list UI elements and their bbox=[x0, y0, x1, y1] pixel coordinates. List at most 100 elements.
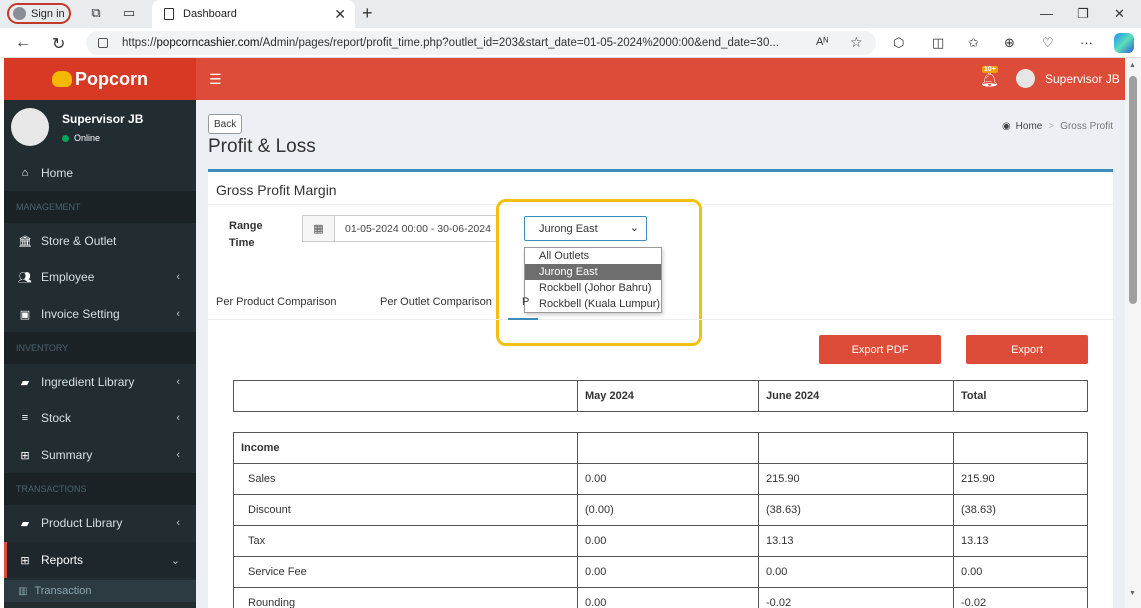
calendar-icon: ▦ bbox=[303, 216, 335, 241]
tab-title: Dashboard bbox=[183, 8, 237, 20]
url-field[interactable]: https://popcorncashier.com/Admin/pages/r… bbox=[86, 31, 876, 55]
sidebar-item-home[interactable]: ⌂ Home bbox=[4, 155, 196, 191]
empty-cell bbox=[954, 433, 1087, 463]
header-cell-june: June 2024 bbox=[759, 381, 954, 411]
export-pdf-button[interactable]: Export PDF bbox=[819, 335, 941, 364]
popcorn-logo-icon bbox=[51, 71, 72, 87]
app-header: Popcorn ☰ 🔔︎ 10+ Supervisor JB bbox=[4, 58, 1125, 100]
range-time-label: Range Time bbox=[229, 220, 263, 249]
row-total: 13.13 bbox=[961, 535, 989, 547]
bank-icon: 🏛︎ bbox=[18, 235, 32, 248]
browser-tab-dashboard[interactable]: Dashboard ✕ bbox=[152, 0, 355, 28]
gross-profit-box: Gross Profit Margin Range Time ▦ 01-05-2… bbox=[208, 169, 1113, 608]
sidebar-item-store-outlet[interactable]: 🏛︎ Store & Outlet bbox=[4, 223, 196, 259]
row-june: 215.90 bbox=[759, 464, 954, 494]
header-cell-total: Total bbox=[961, 390, 987, 402]
url-text: https://popcorncashier.com/Admin/pages/r… bbox=[122, 37, 779, 49]
table-row-income: Income bbox=[233, 432, 1088, 464]
row-may: 0.00 bbox=[578, 526, 759, 556]
empty-cell bbox=[759, 433, 954, 463]
sidebar-item-summary[interactable]: ⊞ Summary ‹ bbox=[4, 437, 196, 473]
tab-actions-icon[interactable]: ▭ bbox=[121, 5, 137, 21]
close-window-icon[interactable]: ✕ bbox=[1114, 6, 1125, 22]
sidebar-header-management: MANAGEMENT bbox=[4, 191, 196, 223]
date-range-picker[interactable]: ▦ 01-05-2024 00:00 - 30-06-2024 bbox=[302, 215, 499, 242]
book-icon: ▰ bbox=[20, 376, 30, 389]
notification-badge: 10+ bbox=[982, 66, 998, 73]
users-icon: 👥︎ bbox=[18, 271, 32, 284]
minimize-icon[interactable]: — bbox=[1040, 6, 1053, 21]
site-info-icon[interactable] bbox=[98, 38, 108, 48]
page-icon bbox=[164, 8, 174, 20]
tab-third[interactable]: P bbox=[522, 296, 529, 308]
table-icon: ⊞ bbox=[20, 554, 30, 567]
breadcrumb-current: Gross Profit bbox=[1060, 121, 1113, 132]
row-june: 0.00 bbox=[759, 557, 954, 587]
more-options-icon[interactable]: ··· bbox=[1080, 35, 1093, 50]
row-june: -0.02 bbox=[759, 588, 954, 608]
brand-name: Popcorn bbox=[74, 68, 148, 89]
sign-in-button[interactable]: Sign in bbox=[7, 3, 71, 24]
refresh-icon[interactable]: ↻ bbox=[52, 34, 65, 54]
workspaces-icon[interactable]: ⧉ bbox=[88, 5, 104, 21]
sign-in-label: Sign in bbox=[31, 7, 65, 20]
sidebar: Supervisor JB Online ⌂ Home MANAGEMENT 🏛︎… bbox=[4, 100, 196, 608]
sidebar-item-invoice-setting[interactable]: ▣ Invoice Setting ‹ bbox=[4, 296, 196, 332]
row-total: 0.00 bbox=[961, 566, 983, 578]
scrollbar-thumb[interactable] bbox=[1129, 76, 1137, 304]
new-tab-button[interactable]: + bbox=[362, 3, 373, 24]
extensions-icon[interactable]: ⬡ bbox=[893, 35, 904, 51]
restore-icon[interactable]: ❐ bbox=[1077, 6, 1089, 22]
sidebar-item-employee[interactable]: 👥︎ Employee ‹ bbox=[4, 259, 196, 295]
dashboard-icon: ◉ bbox=[1001, 121, 1011, 132]
close-tab-icon[interactable]: ✕ bbox=[334, 6, 346, 23]
page-scrollbar[interactable]: ▲ ▼ bbox=[1125, 58, 1141, 608]
favorite-star-icon[interactable]: ☆ bbox=[850, 34, 863, 51]
back-button[interactable]: Back bbox=[208, 114, 243, 134]
scroll-up-icon[interactable]: ▲ bbox=[1129, 62, 1136, 69]
row-total: (38.63) bbox=[961, 504, 996, 516]
export-button[interactable]: Export bbox=[966, 335, 1088, 364]
back-arrow-icon[interactable]: ← bbox=[15, 34, 31, 52]
split-screen-icon[interactable]: ◫ bbox=[932, 35, 944, 51]
tab-per-product[interactable]: Per Product Comparison bbox=[216, 296, 336, 308]
income-label: Income bbox=[234, 433, 578, 463]
chevron-left-icon: ‹ bbox=[176, 376, 180, 388]
chevron-left-icon: ‹ bbox=[176, 449, 180, 461]
tab-per-outlet[interactable]: Per Outlet Comparison bbox=[380, 296, 492, 308]
favorites-icon[interactable]: ✩ bbox=[968, 35, 979, 51]
row-label: Tax bbox=[234, 526, 578, 556]
empty-cell bbox=[578, 433, 759, 463]
menu-toggle-icon[interactable]: ☰ bbox=[209, 71, 222, 88]
header-cell-label bbox=[234, 381, 578, 411]
collections-icon[interactable]: ⊕ bbox=[1004, 35, 1015, 51]
scroll-down-icon[interactable]: ▼ bbox=[1129, 590, 1136, 597]
date-range-value: 01-05-2024 00:00 - 30-06-2024 bbox=[345, 222, 491, 235]
header-cell-may: May 2024 bbox=[578, 381, 759, 411]
brand-logo[interactable]: Popcorn bbox=[4, 58, 196, 100]
user-avatar bbox=[1016, 69, 1035, 88]
user-menu[interactable]: Supervisor JB bbox=[1016, 69, 1120, 88]
sidebar-item-product-library[interactable]: ▰ Product Library ‹ bbox=[4, 505, 196, 541]
sidebar-item-ingredient-library[interactable]: ▰ Ingredient Library ‹ bbox=[4, 364, 196, 400]
browser-essentials-icon[interactable]: ♡ bbox=[1042, 35, 1054, 51]
sidebar-user-name: Supervisor JB bbox=[62, 112, 144, 126]
row-total: -0.02 bbox=[961, 597, 987, 608]
sidebar-item-reports[interactable]: ⊞ Reports ⌄ bbox=[4, 542, 196, 578]
chevron-left-icon: ‹ bbox=[176, 517, 180, 529]
sidebar-subitem-transaction[interactable]: ▥ Transaction bbox=[4, 580, 196, 602]
breadcrumb-home[interactable]: Home bbox=[1016, 121, 1043, 132]
address-bar-row: ← ↻ https://popcorncashier.com/Admin/pag… bbox=[0, 28, 1141, 58]
read-aloud-icon[interactable]: Aᴺ bbox=[816, 36, 828, 48]
sidebar-user-panel: Supervisor JB Online bbox=[4, 100, 196, 154]
row-label: Sales bbox=[234, 464, 578, 494]
status-dot-icon bbox=[62, 134, 69, 142]
sidebar-item-stock[interactable]: ≡ Stock ‹ bbox=[4, 400, 196, 436]
chevron-left-icon: ‹ bbox=[176, 412, 180, 424]
table-row: Service Fee 0.00 0.00 0.00 bbox=[233, 557, 1088, 588]
money-icon: ▣ bbox=[19, 308, 31, 321]
row-may: 0.00 bbox=[578, 557, 759, 587]
database-icon: ≡ bbox=[21, 412, 29, 424]
sidebar-header-inventory: INVENTORY bbox=[4, 332, 196, 364]
copilot-icon[interactable] bbox=[1114, 33, 1134, 53]
